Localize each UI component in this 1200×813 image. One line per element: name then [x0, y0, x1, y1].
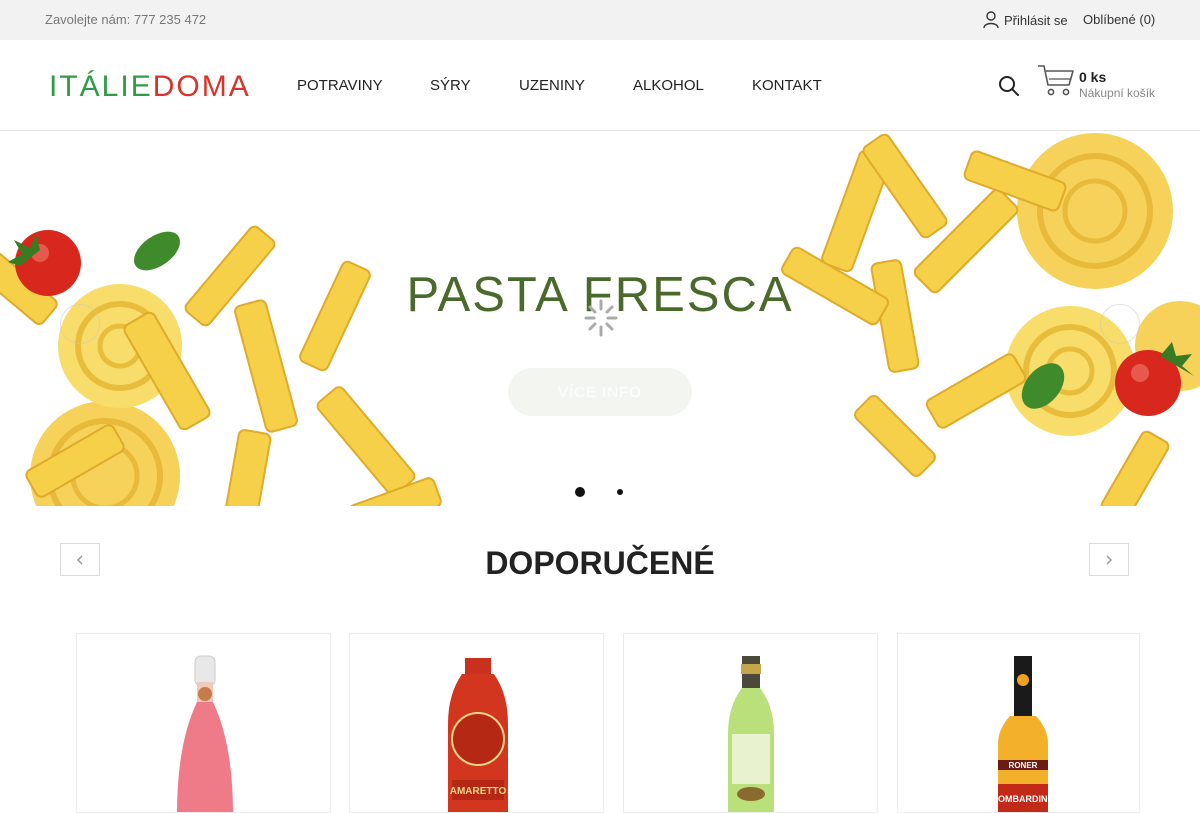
product-image-bombardino: RONER BOMBARDINO [992, 656, 1055, 812]
chevron-right-icon [1106, 554, 1113, 565]
cart-icon [1038, 65, 1074, 96]
favorites-link[interactable]: Oblíbené (0) [1083, 12, 1155, 27]
loading-spinner-icon [584, 299, 618, 337]
product-card[interactable]: RONER BOMBARDINO [897, 633, 1140, 813]
recommended-title: DOPORUČENÉ [485, 545, 715, 581]
nav-item-potraviny[interactable]: POTRAVINY [297, 77, 383, 94]
nav-item-alkohol[interactable]: ALKOHOL [633, 77, 704, 94]
nav-item-syry[interactable]: SÝRY [430, 77, 471, 94]
product-image-rose-sparkling [177, 655, 233, 812]
more-info-button[interactable]: VÍCE INFO [508, 368, 692, 416]
slider-dot-1[interactable] [575, 487, 585, 497]
nav-item-kontakt[interactable]: KONTAKT [752, 77, 822, 94]
logo[interactable]: ITÁLIEDOMA [49, 69, 251, 105]
logo-part-doma: DOMA [152, 70, 251, 103]
cart-widget[interactable]: 0 ks Nákupní košík [1037, 63, 1157, 109]
product-card[interactable] [623, 633, 878, 813]
slider-dot-2[interactable] [617, 489, 623, 495]
login-label: Přihlásit se [1004, 12, 1068, 28]
header: ITÁLIEDOMA POTRAVINY SÝRY UZENINY ALKOHO… [0, 40, 1200, 131]
product-image-amaretto: AMARETTO [448, 658, 508, 812]
user-icon [983, 11, 999, 29]
logo-part-italie: ITÁLIE [49, 70, 153, 103]
top-bar: Zavolejte nám: 777 235 472 Přihlásit se … [0, 0, 1200, 40]
cart-label: Nákupní košík [1079, 86, 1156, 100]
search-icon[interactable] [998, 75, 1020, 97]
product-card[interactable]: AMARETTO [349, 633, 604, 813]
product-image-pistachio-liqueur [728, 656, 774, 812]
cart-count: 0 ks [1079, 69, 1107, 85]
phone-text: Zavolejte nám: 777 235 472 [45, 12, 207, 27]
bombardino-label-text: BOMBARDINO [992, 794, 1055, 804]
recommended-next-button[interactable] [1089, 543, 1129, 576]
svg-text:RONER: RONER [1009, 761, 1038, 770]
amaretto-label-text: AMARETTO [450, 786, 507, 797]
login-link[interactable]: Přihlásit se [983, 11, 1068, 29]
hero-slider: PASTA FRESCA VÍCE INFO [0, 131, 1200, 506]
product-card[interactable] [76, 633, 331, 813]
nav-item-uzeniny[interactable]: UZENINY [519, 77, 585, 94]
